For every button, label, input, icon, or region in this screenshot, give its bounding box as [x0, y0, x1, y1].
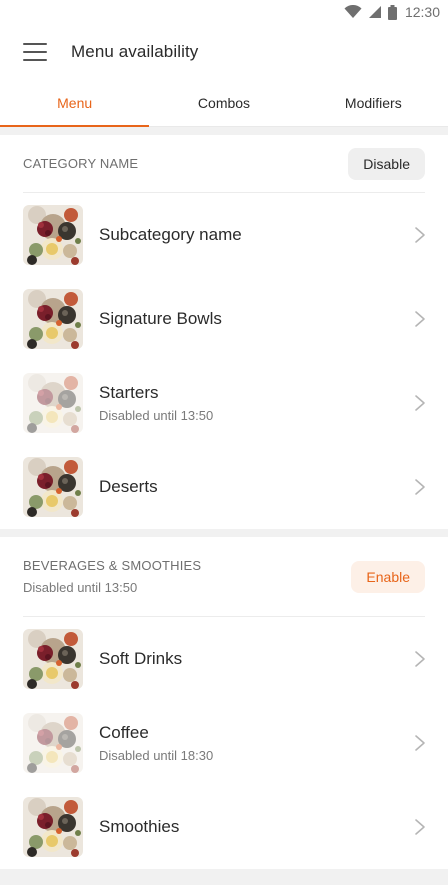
section-header-category: CATEGORY NAME Disable [0, 135, 448, 192]
item-thumbnail [23, 289, 83, 349]
enable-button[interactable]: Enable [351, 560, 425, 593]
item-name: Starters [99, 383, 159, 402]
page-title: Menu availability [71, 42, 199, 61]
item-thumbnail [23, 629, 83, 689]
chevron-right-icon [414, 310, 426, 328]
section-title: CATEGORY NAME [23, 156, 139, 171]
status-bar: 12:30 [0, 0, 448, 24]
item-thumbnail [23, 373, 83, 433]
item-thumbnail [23, 713, 83, 773]
list-item-soft-drinks[interactable]: Soft Drinks [0, 617, 448, 701]
list-item-deserts[interactable]: Deserts [0, 445, 448, 529]
tab-bar: Menu Combos Modifiers [0, 80, 448, 127]
item-status: Disabled until 13:50 [99, 408, 214, 423]
chevron-right-icon [414, 734, 426, 752]
list-item-starters[interactable]: Starters Disabled until 13:50 [0, 361, 448, 445]
section-separator [0, 869, 448, 885]
chevron-right-icon [414, 226, 426, 244]
tab-modifiers[interactable]: Modifiers [299, 80, 448, 126]
section-separator [0, 127, 448, 135]
section-title: BEVERAGES & SMOOTHIES [23, 558, 202, 573]
signal-icon [368, 6, 381, 18]
section-status: Disabled until 13:50 [23, 580, 138, 595]
status-time: 12:30 [404, 4, 440, 20]
list-item-smoothies[interactable]: Smoothies [0, 785, 448, 869]
item-thumbnail [23, 205, 83, 265]
item-status: Disabled until 18:30 [99, 748, 214, 763]
hamburger-menu-icon[interactable] [23, 43, 47, 61]
item-name: Subcategory name [99, 225, 242, 244]
battery-icon [387, 4, 397, 20]
chevron-right-icon [414, 478, 426, 496]
item-name: Smoothies [99, 817, 180, 836]
tab-combos[interactable]: Combos [149, 80, 298, 126]
chevron-right-icon [414, 650, 426, 668]
app-bar: Menu availability [0, 24, 448, 80]
item-name: Signature Bowls [99, 309, 222, 328]
section-separator [0, 529, 448, 537]
item-name: Coffee [99, 723, 149, 742]
section-header-beverages: BEVERAGES & SMOOTHIES Disabled until 13:… [0, 537, 448, 616]
disable-button[interactable]: Disable [348, 147, 425, 180]
item-name: Deserts [99, 477, 158, 496]
item-thumbnail [23, 457, 83, 517]
tab-menu[interactable]: Menu [0, 80, 150, 127]
chevron-right-icon [414, 818, 426, 836]
item-name: Soft Drinks [99, 649, 183, 668]
wifi-icon [344, 5, 362, 18]
chevron-right-icon [414, 394, 426, 412]
item-thumbnail [23, 797, 83, 857]
list-item-signature-bowls[interactable]: Signature Bowls [0, 277, 448, 361]
list-item-subcategory[interactable]: Subcategory name [0, 193, 448, 277]
list-item-coffee[interactable]: Coffee Disabled until 18:30 [0, 701, 448, 785]
